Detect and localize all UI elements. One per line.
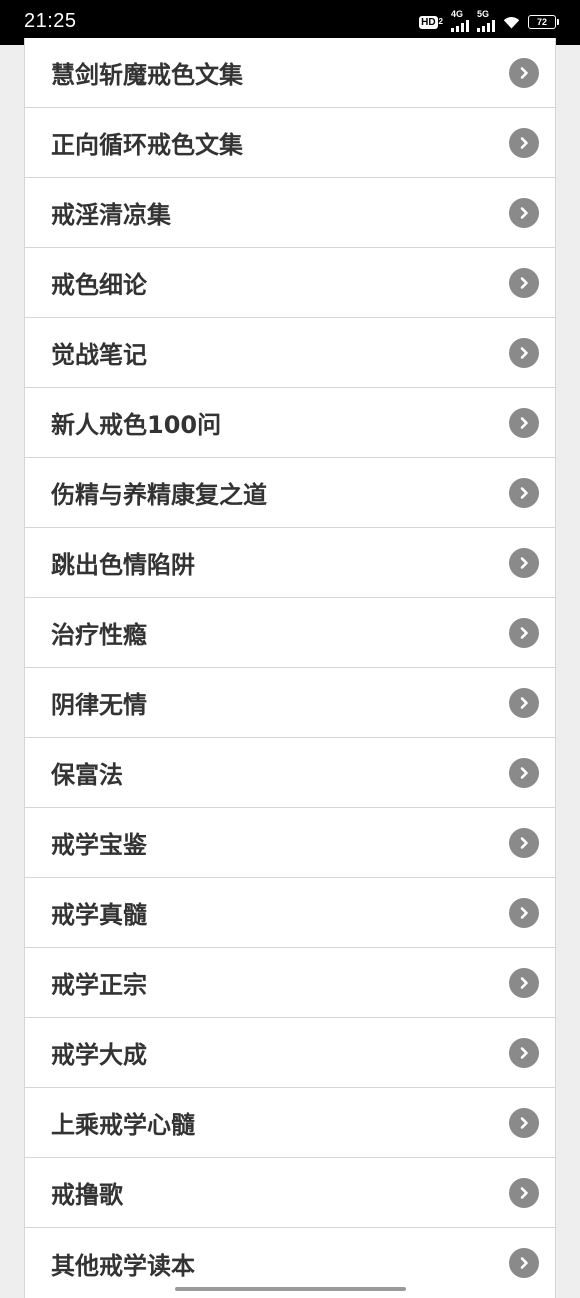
signal-4g-icon: 4G — [451, 9, 469, 32]
chevron-right-circle-icon — [509, 267, 539, 298]
list-item[interactable]: 戒学大成 — [25, 1018, 555, 1088]
hd-label: HD — [419, 15, 438, 29]
list-item-label: 戒撸歌 — [51, 1181, 123, 1209]
list-item[interactable]: 治疗性瘾 — [25, 598, 555, 668]
list-item[interactable]: 觉战笔记 — [25, 318, 555, 388]
chevron-right-circle-icon — [509, 477, 539, 508]
network-5g-label: 5G — [477, 9, 490, 19]
list-item[interactable]: 戒撸歌 — [25, 1158, 555, 1228]
hd-sub-label: 2 — [438, 17, 443, 26]
chevron-right-circle-icon — [509, 57, 539, 88]
list-item-label: 觉战笔记 — [51, 341, 147, 369]
wifi-icon — [503, 16, 520, 29]
battery-level: 72 — [536, 17, 547, 27]
chevron-right-circle-icon — [509, 1177, 539, 1208]
list-item-label: 戒学真髓 — [51, 901, 147, 929]
list-item-label: 治疗性瘾 — [51, 621, 147, 649]
list-item-label: 戒色细论 — [51, 271, 147, 299]
chevron-right-circle-icon — [509, 617, 539, 648]
list-item-label: 保富法 — [51, 761, 123, 789]
chevron-right-circle-icon — [509, 1248, 539, 1278]
network-4g-label: 4G — [451, 9, 464, 19]
chevron-right-circle-icon — [509, 827, 539, 858]
list-item[interactable]: 慧剑斩魔戒色文集 — [25, 38, 555, 108]
chevron-right-circle-icon — [509, 1107, 539, 1138]
chevron-right-circle-icon — [509, 967, 539, 998]
chevron-right-circle-icon — [509, 127, 539, 158]
chevron-right-circle-icon — [509, 897, 539, 928]
list-item[interactable]: 戒淫清凉集 — [25, 178, 555, 248]
list-item[interactable]: 保富法 — [25, 738, 555, 808]
list-item-label: 伤精与养精康复之道 — [51, 481, 267, 509]
hd-voice-icon: HD 2 — [419, 15, 443, 29]
list-item-label: 戒淫清凉集 — [51, 201, 171, 229]
chevron-right-circle-icon — [509, 337, 539, 368]
list-item-label: 上乘戒学心髓 — [51, 1111, 195, 1139]
chevron-right-circle-icon — [509, 757, 539, 788]
list-item-label: 慧剑斩魔戒色文集 — [51, 61, 243, 89]
list-item-label: 戒学正宗 — [51, 971, 147, 999]
list-item[interactable]: 正向循环戒色文集 — [25, 108, 555, 178]
list-item[interactable]: 阴律无情 — [25, 668, 555, 738]
list-item-label: 其他戒学读本 — [51, 1251, 195, 1280]
list-item[interactable]: 戒学正宗 — [25, 948, 555, 1018]
list-item-label: 阴律无情 — [51, 691, 147, 719]
list-item-label: 戒学宝鉴 — [51, 831, 147, 859]
chevron-right-circle-icon — [509, 547, 539, 578]
book-list: 慧剑斩魔戒色文集 正向循环戒色文集 戒淫清凉集戒色细论觉战笔记新人戒色100问伤精与… — [24, 38, 556, 1298]
list-item-label: 新人戒色100问 — [51, 411, 222, 439]
chevron-right-circle-icon — [509, 197, 539, 228]
list-item-label: 正向循环戒色文集 — [51, 131, 243, 159]
list-item[interactable]: 上乘戒学心髓 — [25, 1088, 555, 1158]
list-item[interactable]: 跳出色情陷阱 — [25, 528, 555, 598]
status-icons: HD 2 4G 5G 72 — [419, 9, 559, 33]
chevron-right-circle-icon — [509, 407, 539, 438]
battery-icon: 72 — [528, 15, 559, 29]
home-indicator[interactable] — [175, 1287, 406, 1291]
list-item[interactable]: 戒色细论 — [25, 248, 555, 318]
list-item-label: 跳出色情陷阱 — [51, 551, 195, 579]
list-item[interactable]: 新人戒色100问 — [25, 388, 555, 458]
list-item-label: 戒学大成 — [51, 1041, 147, 1069]
list-item[interactable]: 伤精与养精康复之道 — [25, 458, 555, 528]
signal-5g-icon: 5G — [477, 9, 495, 32]
list-item[interactable]: 戒学宝鉴 — [25, 808, 555, 878]
chevron-right-circle-icon — [509, 1037, 539, 1068]
status-time: 21:25 — [24, 10, 77, 32]
chevron-right-circle-icon — [509, 687, 539, 718]
list-item[interactable]: 戒学真髓 — [25, 878, 555, 948]
